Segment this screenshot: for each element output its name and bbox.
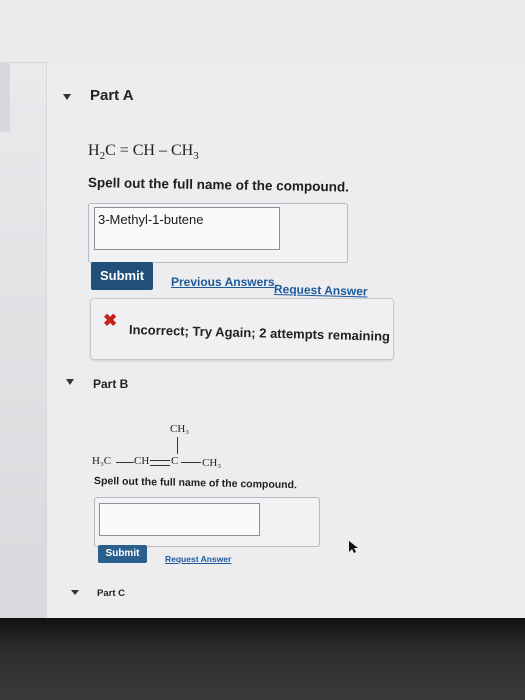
chevron-down-icon xyxy=(66,379,74,385)
part-b-answer-field[interactable] xyxy=(99,503,260,536)
part-a-answer-field[interactable]: 3-Methyl-1-butene xyxy=(94,207,280,250)
part-c-title: Part C xyxy=(97,588,125,599)
structure-middle: CH xyxy=(134,455,150,467)
part-b-title: Part B xyxy=(93,377,129,391)
structure-right: CH₃ xyxy=(202,457,222,469)
part-a-title: Part A xyxy=(90,87,134,104)
close-x-icon: ✖ xyxy=(103,311,118,330)
structure-top-group: CH₃ xyxy=(170,423,190,435)
header-strip xyxy=(0,0,525,63)
part-b-submit-button[interactable]: Submit xyxy=(98,545,147,563)
structure-carbon: C xyxy=(171,455,179,467)
structure-left: H₃C xyxy=(92,455,112,467)
part-a-submit-button[interactable]: Submit xyxy=(91,262,153,290)
structure-bond-1 xyxy=(116,462,134,463)
part-a-request-answer-link[interactable]: Request Answer xyxy=(274,282,368,298)
structure-double-bond xyxy=(150,460,170,466)
structure-vertical-bond xyxy=(177,437,178,454)
mouse-cursor-icon xyxy=(349,541,358,553)
chevron-down-icon xyxy=(63,94,71,100)
structure-bond-2 xyxy=(181,462,201,463)
part-b-request-answer-link[interactable]: Request Answer xyxy=(165,554,231,564)
left-rail xyxy=(0,62,10,132)
device-bezel xyxy=(0,618,525,700)
part-a-formula: H2C = CH – CH3 xyxy=(88,142,199,163)
chevron-down-icon xyxy=(71,590,79,595)
previous-answers-link[interactable]: Previous Answers xyxy=(171,275,275,289)
screen: Part A H2C = CH – CH3 Spell out the full… xyxy=(0,0,525,625)
